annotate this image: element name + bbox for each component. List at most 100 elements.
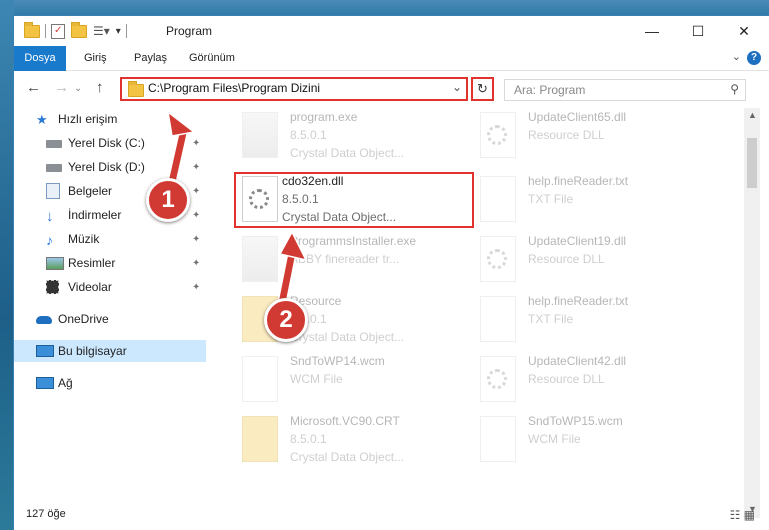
sidebar-item-label: Ağ xyxy=(58,376,73,390)
pin-icon[interactable]: ✦ xyxy=(192,138,200,149)
annotation-badge-2: 2 xyxy=(264,298,308,342)
sidebar-item-onedrive[interactable]: OneDrive xyxy=(14,308,206,330)
file-version: 8.5.0.1 xyxy=(282,192,319,206)
scrollbar-thumb[interactable] xyxy=(747,138,757,188)
pin-icon[interactable]: ✦ xyxy=(192,186,200,197)
refresh-button[interactable]: ↻ xyxy=(471,77,494,101)
pin-icon[interactable]: ✦ xyxy=(192,234,200,245)
download-icon: ↓ xyxy=(46,208,54,225)
scroll-up-icon[interactable]: ▲ xyxy=(748,110,757,120)
exe-file-icon xyxy=(242,112,278,158)
file-name: SndToWP14.wcm xyxy=(290,354,385,368)
forward-button[interactable]: → xyxy=(54,79,69,96)
dll-file-icon xyxy=(480,112,516,158)
folder-icon xyxy=(128,81,144,97)
list-item[interactable]: SndToWP14.wcm WCM File xyxy=(224,352,464,408)
sidebar-item-label: Hızlı erişim xyxy=(58,112,118,126)
file-description: Crystal Data Object... xyxy=(290,450,405,464)
tab-view[interactable]: Görünüm xyxy=(179,46,245,70)
text-file-icon xyxy=(480,296,516,342)
file-type: Resource DLL xyxy=(528,128,605,142)
file-name: cdo32en.dll xyxy=(282,174,344,188)
file-name: Microsoft.VC90.CRT xyxy=(290,414,400,428)
sidebar-item-local-disk-c[interactable]: Yerel Disk (C:) ✦ xyxy=(14,132,206,154)
help-icon[interactable]: ? xyxy=(747,51,761,65)
pin-icon[interactable]: ✦ xyxy=(192,162,200,173)
title-bar: ✓ ☰▾ ▾ Program — ☐ ✕ xyxy=(14,16,769,46)
sidebar-item-network[interactable]: Ağ xyxy=(14,372,206,394)
file-description: Crystal Data Object... xyxy=(290,146,405,160)
sidebar-item-label: Videolar xyxy=(68,280,112,294)
file-name: UpdateClient42.dll xyxy=(528,354,627,368)
list-item[interactable]: ProgrammsInstaller.exe ABBY finereader t… xyxy=(224,232,464,288)
list-item[interactable]: Resource 8.5.0.1 Crystal Data Object... xyxy=(224,292,464,348)
dll-file-icon xyxy=(480,236,516,282)
tab-home[interactable]: Giriş xyxy=(74,46,117,70)
up-button[interactable]: ↑ xyxy=(96,79,104,96)
highlighted-file-item[interactable]: cdo32en.dll 8.5.0.1 Crystal Data Object.… xyxy=(234,172,474,228)
dropdown-icon[interactable]: ▾ xyxy=(116,26,121,37)
recent-locations-icon[interactable]: ⌄ xyxy=(74,83,82,94)
list-item[interactable]: help.fineReader.txt TXT File xyxy=(462,172,702,228)
address-bar[interactable]: C:\Program Files\Program Dizini ⌄ xyxy=(120,77,468,101)
list-item[interactable]: program.exe 8.5.0.1 Crystal Data Object.… xyxy=(224,108,464,164)
view-toggle-icons[interactable]: ☷ ▦ xyxy=(730,508,755,522)
tab-share[interactable]: Paylaş xyxy=(124,46,177,70)
list-item[interactable]: UpdateClient19.dll Resource DLL xyxy=(462,232,702,288)
search-input[interactable]: Ara: Program ⚲ xyxy=(504,79,746,101)
desktop-background xyxy=(0,0,769,16)
file-name: UpdateClient19.dll xyxy=(528,234,627,248)
close-button[interactable]: ✕ xyxy=(721,16,767,46)
pin-icon[interactable]: ✦ xyxy=(192,210,200,221)
list-item[interactable]: SndToWP15.wcm WCM File xyxy=(462,412,702,468)
minimize-button[interactable]: — xyxy=(629,16,675,46)
sidebar-item-music[interactable]: ♪ Müzik ✦ xyxy=(14,228,206,250)
sidebar-item-quick-access[interactable]: ★ Hızlı erişim xyxy=(14,108,206,130)
list-item[interactable]: UpdateClient42.dll Resource DLL xyxy=(462,352,702,408)
ribbon-expand-icon[interactable]: ⌄ xyxy=(732,50,741,63)
file-name: help.fineReader.txt xyxy=(528,174,629,188)
sidebar-item-pictures[interactable]: Resimler ✦ xyxy=(14,252,206,274)
star-icon: ★ xyxy=(36,112,48,127)
sidebar-item-local-disk-d[interactable]: Yerel Disk (D:) ✦ xyxy=(14,156,206,178)
sidebar-item-videos[interactable]: Videolar ✦ xyxy=(14,276,206,298)
pictures-icon xyxy=(46,256,64,270)
navigation-pane: ★ Hızlı erişim Yerel Disk (C:) ✦ Yerel D… xyxy=(14,108,206,498)
drive-icon xyxy=(46,140,62,148)
music-icon: ♪ xyxy=(46,232,53,248)
new-folder-icon[interactable] xyxy=(71,21,87,38)
sidebar-item-this-pc[interactable]: Bu bilgisayar xyxy=(14,340,206,362)
file-version: 8.5.0.1 xyxy=(290,432,327,446)
sidebar-item-label: Müzik xyxy=(68,232,100,246)
explorer-window: ✓ ☰▾ ▾ Program — ☐ ✕ Dosya Giriş Paylaş … xyxy=(14,16,769,530)
sidebar-item-label: Belgeler xyxy=(68,184,113,198)
list-item[interactable]: UpdateClient65.dll Resource DLL xyxy=(462,108,702,164)
pin-icon[interactable]: ✦ xyxy=(192,282,200,293)
search-icon: ⚲ xyxy=(730,82,739,96)
file-type: Resource DLL xyxy=(528,252,605,266)
list-item[interactable]: Microsoft.VC90.CRT 8.5.0.1 Crystal Data … xyxy=(224,412,464,468)
annotation-badge-1: 1 xyxy=(146,178,190,222)
chevron-down-icon[interactable]: ⌄ xyxy=(452,80,462,94)
file-type: WCM File xyxy=(290,372,343,386)
folder-icon xyxy=(242,416,278,462)
address-path[interactable]: C:\Program Files\Program Dizini xyxy=(148,81,320,95)
file-name: help.fineReader.txt xyxy=(528,294,629,308)
file-type: WCM File xyxy=(528,432,581,446)
network-icon xyxy=(36,377,54,389)
sidebar-item-label: Yerel Disk (D:) xyxy=(68,160,145,174)
generic-file-icon xyxy=(480,416,516,462)
sidebar-item-label: OneDrive xyxy=(58,312,109,326)
file-version: 8.5.0.1 xyxy=(290,128,327,142)
list-item[interactable]: help.fineReader.txt TXT File xyxy=(462,292,702,348)
folder-icon xyxy=(24,21,40,38)
search-placeholder: Ara: Program xyxy=(514,83,586,97)
properties-icon[interactable]: ✓ xyxy=(51,23,65,39)
customize-icon[interactable]: ☰▾ xyxy=(93,24,110,38)
maximize-button[interactable]: ☐ xyxy=(675,16,721,46)
back-button[interactable]: ← xyxy=(26,79,41,96)
pin-icon[interactable]: ✦ xyxy=(192,258,200,269)
generic-file-icon xyxy=(242,356,278,402)
vertical-scrollbar[interactable]: ▲ ▼ xyxy=(744,108,760,518)
dll-file-icon xyxy=(242,176,278,222)
